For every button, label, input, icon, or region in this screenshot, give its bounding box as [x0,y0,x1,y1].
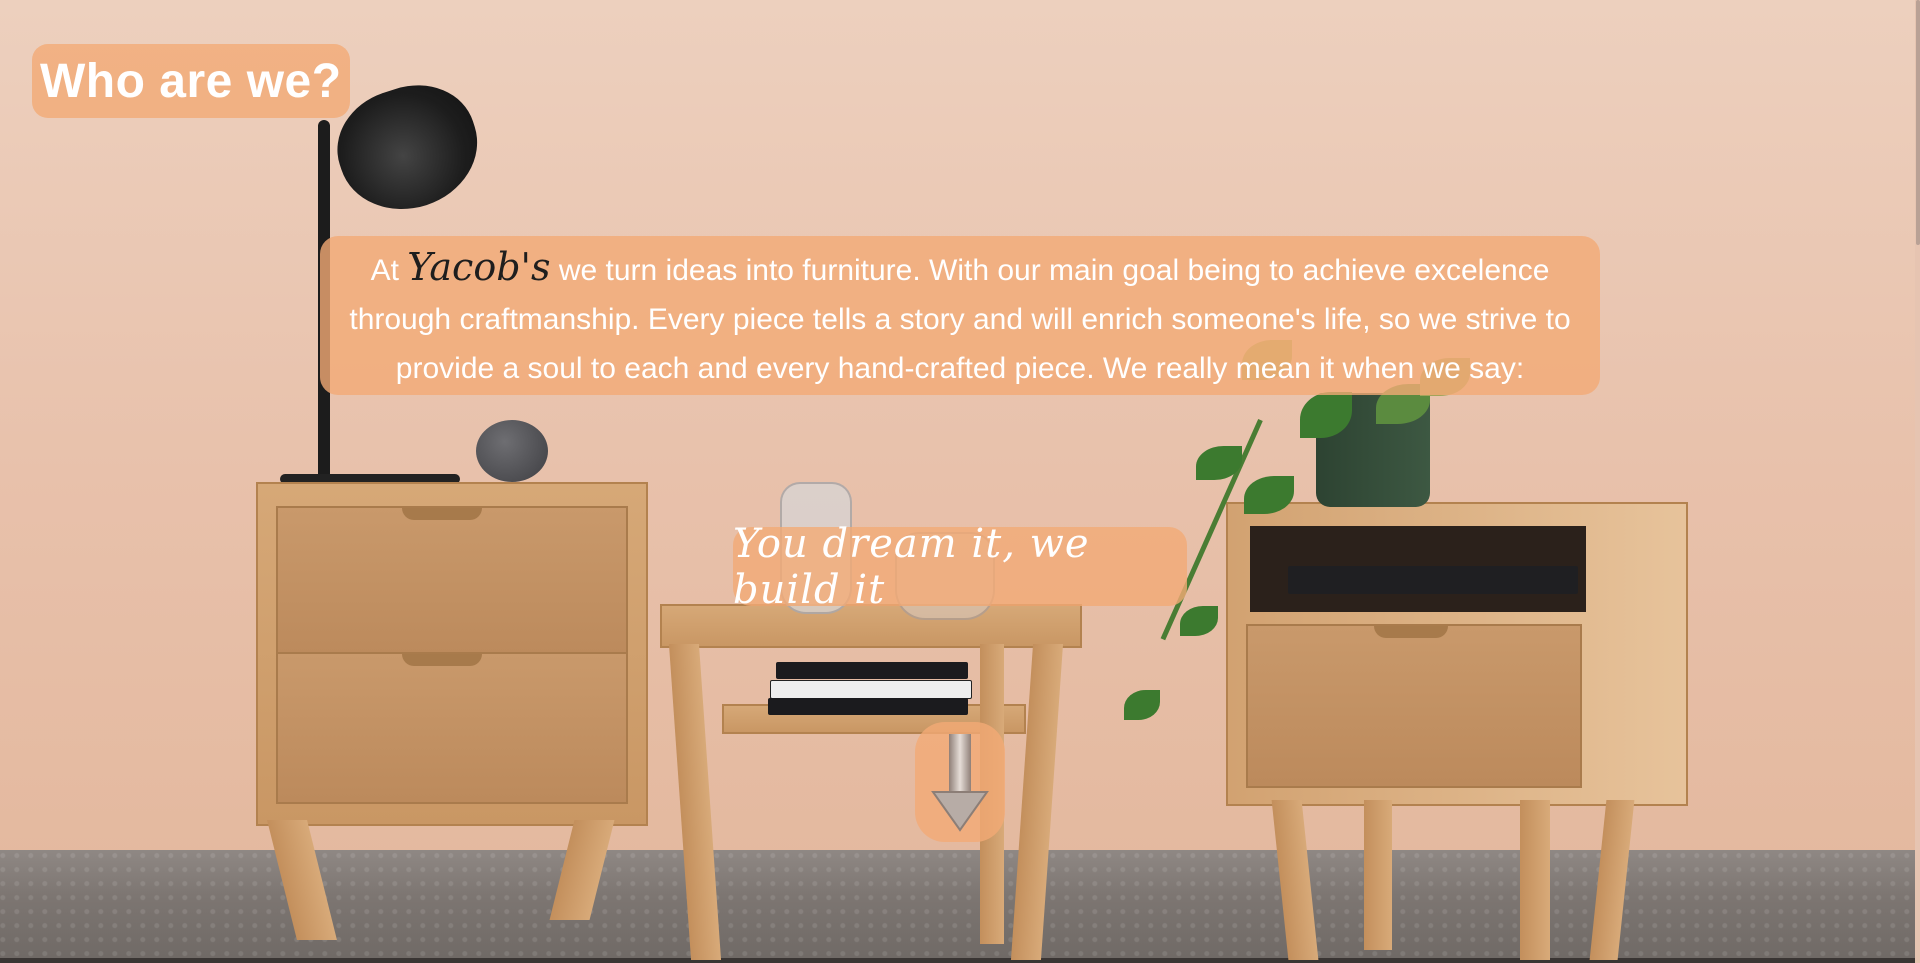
left-drawer-bottom-handle [402,654,482,666]
book [770,680,972,699]
right-drawer [1246,624,1582,788]
left-drawer-top-handle [402,508,482,520]
page-title: Who are we? [32,44,350,118]
right-nightstand-leg [1364,800,1392,950]
intro-prefix: At [370,254,408,287]
slogan: You dream it, we build it [733,521,1187,613]
book [768,698,968,715]
right-drawer-handle [1374,626,1448,638]
left-drawer-top [276,506,628,658]
scroll-down-button[interactable] [915,722,1005,842]
book [776,662,968,679]
left-drawer-bottom [276,652,628,804]
scrollbar[interactable] [1915,0,1920,963]
magazine [1288,566,1578,594]
right-nightstand-leg [1520,800,1550,960]
intro-text-box: At Yacob's we turn ideas into furniture.… [320,236,1600,395]
brand-name: Yacob's [407,245,551,289]
decor-sphere [476,420,548,482]
floor-edge [0,958,1920,963]
scrollbar-thumb[interactable] [1916,0,1920,245]
arrow-down-icon [931,734,989,832]
